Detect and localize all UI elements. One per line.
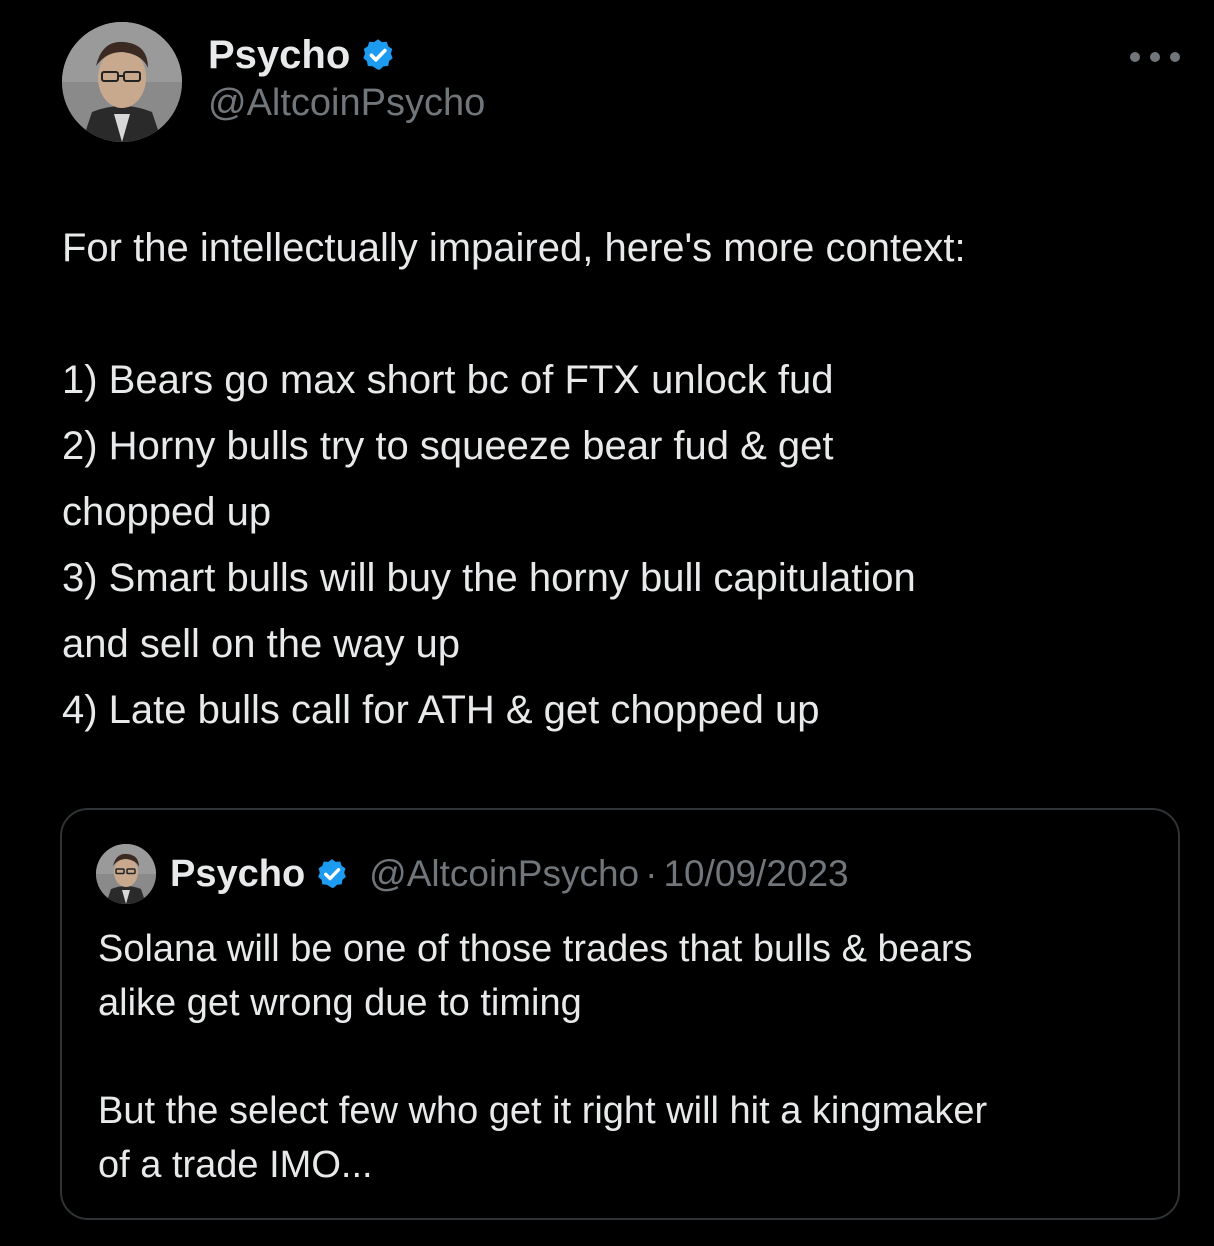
tweet-line: 3) Smart bulls will buy the horny bull c… [62,556,916,600]
quoted-header: Psycho @AltcoinPsycho · 10/09/2023 [170,848,849,900]
quoted-separator: · [645,853,658,894]
tweet-line: For the intellectually impaired, here's … [62,226,966,270]
quoted-tweet-card[interactable]: Psycho @AltcoinPsycho · 10/09/2023 Solan… [60,808,1180,1220]
quoted-avatar[interactable] [96,844,156,904]
verified-badge-icon [318,859,347,888]
quoted-author-name[interactable]: Psycho [170,853,305,896]
verified-badge-icon [363,39,393,70]
quoted-line: alike get wrong due to timing [98,982,582,1024]
tweet: Psycho @AltcoinPsycho For the intellectu… [0,0,1214,1246]
quoted-line: Solana will be one of those trades that … [98,928,973,970]
tweet-line: chopped up [62,490,272,534]
tweet-line: 2) Horny bulls try to squeeze bear fud &… [62,424,834,468]
dot [1170,52,1180,62]
quoted-date[interactable]: 10/09/2023 [663,853,848,895]
tweet-line: 4) Late bulls call for ATH & get chopped… [62,688,820,732]
quoted-author-handle[interactable]: @AltcoinPsycho [369,853,639,895]
quoted-line: of a trade IMO... [98,1144,373,1186]
quoted-tweet-text: Solana will be one of those trades that … [98,922,1158,1192]
tweet-line: and sell on the way up [62,622,461,666]
tweet-line: 1) Bears go max short bc of FTX unlock f… [62,358,834,402]
dot [1130,52,1140,62]
quoted-line: But the select few who get it right will… [98,1090,988,1132]
author-name[interactable]: Psycho [208,33,350,78]
avatar[interactable] [62,22,182,142]
tweet-text: For the intellectually impaired, here's … [62,215,1182,743]
dot [1150,52,1160,62]
author-name-row[interactable]: Psycho [208,30,396,80]
author-handle[interactable]: @AltcoinPsycho [208,82,485,125]
quoted-avatar-image [96,844,156,904]
avatar-image [62,22,182,142]
more-options-icon[interactable] [1130,42,1180,72]
quoted-blank-line [98,1030,1158,1084]
